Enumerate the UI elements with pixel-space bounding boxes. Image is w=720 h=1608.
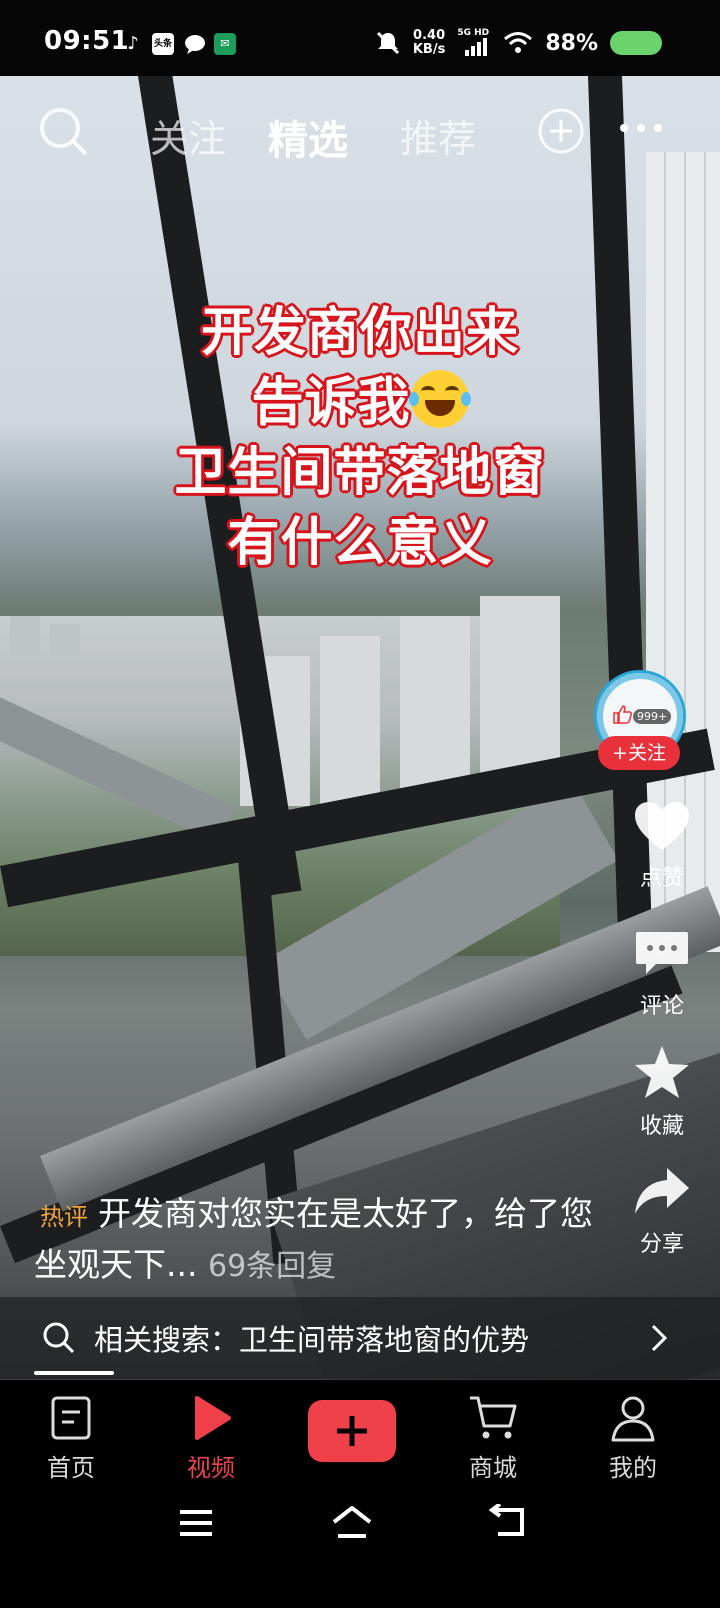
like-label: 点赞 (639, 866, 684, 891)
tiktok-icon: ♪ (127, 33, 139, 54)
caption-line-1: 开发商你出来 (200, 303, 519, 363)
comment-label: 评论 (639, 994, 684, 1019)
nav-video-label: 视频 (187, 1454, 235, 1482)
home-icon[interactable] (330, 1504, 374, 1540)
battery-percent: 88% (545, 30, 598, 56)
caption-line-3: 卫生间带落地窗 (174, 443, 546, 503)
message-icon (185, 35, 205, 54)
search-icon (43, 1322, 75, 1354)
net-speed-unit: KB/s (412, 42, 446, 57)
status-time: 09:51 (44, 26, 130, 56)
signal-indicator: 5G HD (457, 28, 491, 58)
related-search-bar[interactable]: 相关搜索：卫生间带落地窗的优势 (0, 1297, 720, 1379)
more-icon[interactable] (618, 122, 664, 134)
network-type: 5G HD (457, 28, 490, 38)
bottom-nav: 首页 视频 商城 我的 (0, 1380, 720, 1608)
nav-profile[interactable]: 我的 (578, 1394, 688, 1483)
search-icon[interactable] (38, 106, 90, 158)
tab-featured[interactable]: 精选 (268, 108, 348, 166)
caption-line-2: 告诉我 (150, 368, 570, 438)
laughing-tears-emoji-icon (408, 370, 471, 428)
follow-button[interactable]: +关注 (598, 736, 680, 770)
signal-icon (465, 38, 488, 56)
nav-home[interactable]: 首页 (16, 1394, 126, 1483)
comment-action[interactable]: 评论 (618, 928, 706, 1020)
hot-comment-replies[interactable]: 69条回复 (208, 1249, 336, 1284)
share-arrow-icon (635, 1168, 689, 1214)
favorite-label: 收藏 (639, 1114, 684, 1139)
person-icon (611, 1396, 655, 1442)
heart-icon (635, 802, 689, 850)
cart-icon (470, 1396, 517, 1439)
back-icon[interactable] (488, 1504, 528, 1540)
nav-mall-label: 商城 (469, 1454, 517, 1482)
hot-comment[interactable]: 热评 开发商对您实在是太好了，给了您坐观天下... 69条回复 (34, 1190, 594, 1291)
home-doc-icon (51, 1396, 91, 1440)
toutiao-icon: 头条 (152, 33, 174, 55)
comment-icon (636, 932, 688, 974)
nav-profile-label: 我的 (609, 1454, 657, 1482)
top-bar: 关注 精选 推荐 (0, 100, 720, 164)
favorite-action[interactable]: 收藏 (618, 1044, 706, 1140)
add-circle-icon[interactable] (536, 106, 586, 156)
nav-home-label: 首页 (47, 1454, 95, 1482)
wifi-icon (504, 32, 533, 53)
mute-icon (376, 31, 399, 55)
status-right: 0.40 KB/s 5G HD 88% (375, 26, 662, 60)
plus-icon (337, 1416, 367, 1446)
post-icon: ✉ (214, 33, 236, 55)
share-label: 分享 (639, 1232, 684, 1257)
play-icon (195, 1396, 231, 1440)
tab-follow[interactable]: 关注 (150, 108, 226, 163)
thumbs-up-icon (613, 705, 633, 724)
nav-video[interactable]: 视频 (156, 1394, 266, 1483)
battery-icon (610, 31, 662, 55)
video-caption: 开发商你出来 告诉我 卫生间带落地窗 有什么意义 (150, 298, 570, 578)
hot-comment-tag: 热评 (40, 1203, 88, 1231)
caption-line-2-text: 告诉我 (251, 373, 411, 433)
tab-recommend[interactable]: 推荐 (400, 108, 476, 163)
star-icon (635, 1046, 689, 1098)
net-speed: 0.40 KB/s (413, 29, 445, 57)
create-post-button[interactable] (308, 1400, 396, 1462)
video-progress[interactable] (34, 1371, 114, 1375)
share-action[interactable]: 分享 (618, 1164, 706, 1258)
menu-icon[interactable] (178, 1508, 214, 1538)
status-bar: 09:51 ♪ 头条 ✉ 0.40 KB/s 5G HD 88% (0, 0, 720, 84)
like-action[interactable]: 点赞 (618, 800, 706, 892)
net-speed-value: 0.40 (413, 28, 446, 43)
chevron-right-icon (651, 1324, 668, 1352)
avatar-badge: 999+ (633, 709, 672, 724)
nav-mall[interactable]: 商城 (438, 1394, 548, 1483)
caption-line-4: 有什么意义 (227, 513, 493, 573)
related-search-text: 相关搜索：卫生间带落地窗的优势 (94, 1323, 530, 1357)
